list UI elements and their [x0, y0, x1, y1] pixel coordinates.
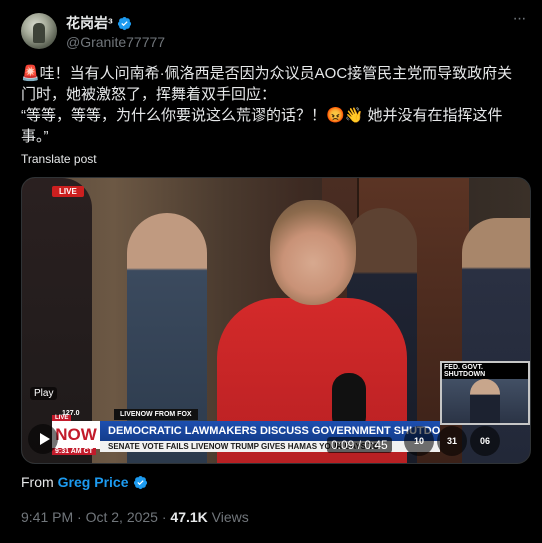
inset-label: FED. GOVT. SHUTDOWN — [442, 363, 528, 379]
views-label: Views — [207, 509, 249, 525]
translate-post-link[interactable]: Translate post — [21, 152, 97, 166]
post-meta: 9:41 PM · Oct 2, 2025 · 47.1K Views — [21, 509, 249, 525]
from-name-link[interactable]: Greg Price — [58, 474, 129, 490]
video-timecode: 0:09 / 0:45 — [327, 437, 392, 453]
time-bug: 9:31 AM CT — [52, 448, 96, 455]
from-prefix: From — [21, 474, 54, 490]
post-text: 🚨哇！当有人问南希·佩洛西是否因为众议员AOC接管民主党而导致政府关门时，她被激… — [21, 65, 513, 145]
display-name[interactable]: 花岗岩³ — [66, 13, 113, 33]
from-attribution: From Greg Price — [21, 474, 148, 490]
forward-icon[interactable]: 31 — [437, 426, 467, 456]
play-tooltip: Play — [30, 387, 58, 400]
video-inset: FED. GOVT. SHUTDOWN — [440, 361, 530, 425]
avatar[interactable] — [21, 13, 57, 49]
skip-icon[interactable]: 06 — [470, 426, 500, 456]
inset-person — [470, 379, 500, 423]
author-handle[interactable]: @Granite77777 — [66, 34, 165, 50]
rewind-icon[interactable]: 10 — [404, 426, 434, 456]
play-icon[interactable] — [28, 424, 58, 454]
video-person-far-right — [462, 218, 530, 463]
video-speaker-head — [270, 200, 356, 305]
verified-badge-icon — [133, 475, 147, 489]
network-logo: NOW — [52, 421, 100, 449]
author-name-row[interactable]: 花岗岩³ — [66, 13, 132, 33]
livenow-strip: LIVENOW FROM FOX — [114, 409, 198, 420]
view-count: 47.1K — [170, 509, 208, 525]
video-player[interactable]: LIVE FED. GOVT. SHUTDOWN 127.0 LIVENOW F… — [21, 177, 531, 464]
verified-badge-icon — [117, 16, 131, 30]
more-horizontal-icon[interactable]: ··· — [509, 11, 529, 32]
post-timestamp[interactable]: 9:41 PM · Oct 2, 2025 · — [21, 509, 170, 525]
live-badge: LIVE — [52, 186, 84, 197]
post: 花岗岩³ @Granite77777 ··· 🚨哇！当有人问南希·佩洛西是否因为… — [0, 0, 542, 543]
